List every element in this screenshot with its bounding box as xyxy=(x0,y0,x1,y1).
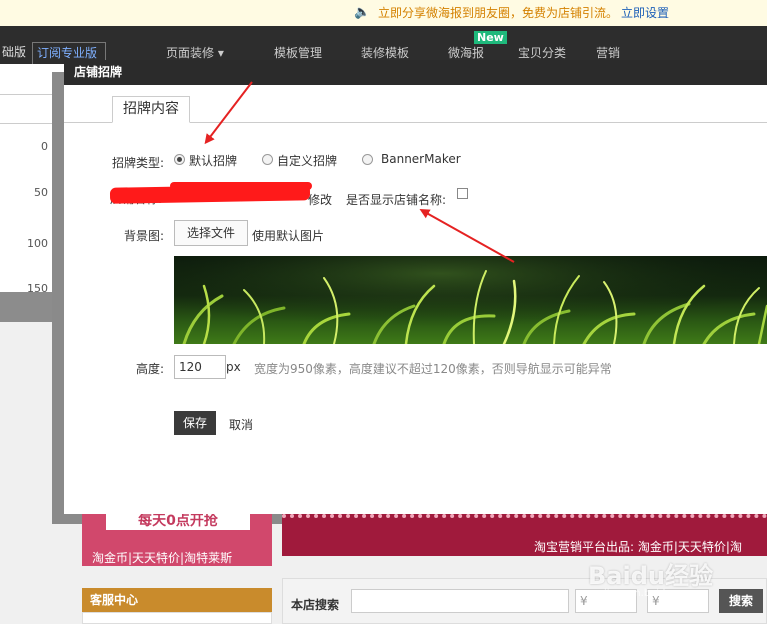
nav-template-manage[interactable]: 模板管理 xyxy=(274,44,322,61)
height-input[interactable]: 120 xyxy=(174,355,226,379)
version-basic-tab[interactable]: 础版 xyxy=(0,42,26,62)
promo-banner-left[interactable]: 每天0点开抢 淘金币|天天特价|淘特莱斯 xyxy=(82,514,272,566)
height-label: 高度: xyxy=(135,362,164,376)
shop-signboard-dialog: 店铺招牌 招牌内容 招牌类型: 默认招牌 自定义招牌 BannerMaker 店… xyxy=(64,60,767,514)
shop-search-label: 本店搜索 xyxy=(291,598,340,612)
promo-banner-right[interactable]: 淘宝营销平台出品: 淘金币|天天特价|淘 xyxy=(282,514,767,556)
show-shop-name-checkbox[interactable] xyxy=(457,188,468,199)
nav-item-category[interactable]: 宝贝分类 xyxy=(518,44,566,61)
promo-grab-button[interactable]: 每天0点开抢 xyxy=(106,514,250,530)
top-navigation: 础版 订阅专业版 页面装修 ▾ 模板管理 装修模板 微海报 New 宝贝分类 营… xyxy=(0,26,767,64)
radio-default-signboard[interactable] xyxy=(174,154,185,165)
grass-image xyxy=(174,256,767,344)
use-default-image-link[interactable]: 使用默认图片 xyxy=(252,227,324,244)
modify-shop-name-link[interactable]: 修改 xyxy=(308,191,332,208)
redaction-mark-secondary xyxy=(170,182,312,190)
cancel-button[interactable]: 取消 xyxy=(229,416,253,433)
choose-file-button[interactable]: 选择文件 xyxy=(174,220,248,246)
promo-right-text: 淘宝营销平台出品: 淘金币|天天特价|淘 xyxy=(534,540,742,554)
dialog-title[interactable]: 店铺招牌 xyxy=(64,60,767,85)
ruler-tick-100: 100 xyxy=(27,237,48,250)
save-button[interactable]: 保存 xyxy=(174,411,216,435)
signboard-type-label: 招牌类型: xyxy=(111,156,164,170)
nav-decoration-template[interactable]: 装修模板 xyxy=(361,44,409,61)
speaker-icon: 🔈 xyxy=(354,5,371,20)
radio-custom-signboard-label[interactable]: 自定义招牌 xyxy=(277,152,337,169)
new-badge: New xyxy=(474,31,507,44)
shop-search-button[interactable]: 搜索 xyxy=(719,589,763,613)
nav-micro-poster[interactable]: 微海报 xyxy=(448,44,484,61)
notice-action-link[interactable]: 立即设置 xyxy=(621,0,669,26)
radio-default-signboard-label[interactable]: 默认招牌 xyxy=(189,152,237,169)
show-shop-name-label: 是否显示店铺名称: xyxy=(346,193,447,207)
radio-custom-signboard[interactable] xyxy=(262,154,273,165)
background-image-label: 背景图: xyxy=(123,229,164,243)
radio-bannermaker-label[interactable]: BannerMaker xyxy=(381,152,461,166)
background-image-preview xyxy=(174,256,767,344)
notice-bar: 🔈 立即分享微海报到朋友圈，免费为店铺引流。 立即设置 xyxy=(0,0,767,26)
shop-search-keyword-input[interactable] xyxy=(351,589,569,613)
promo-left-subtitle: 淘金币|天天特价|淘特莱斯 xyxy=(92,551,233,565)
baidu-watermark: Baidu经验 xyxy=(588,562,713,590)
nav-page-decoration[interactable]: 页面装修 ▾ xyxy=(166,44,224,61)
nav-marketing[interactable]: 营销 xyxy=(596,44,620,61)
tab-signboard-content[interactable]: 招牌内容 xyxy=(112,96,190,123)
customer-service-body xyxy=(82,612,272,624)
radio-bannermaker[interactable] xyxy=(362,154,373,165)
ruler-tick-0: 0 xyxy=(41,140,48,153)
customer-service-header: 客服中心 xyxy=(82,588,272,612)
height-unit: px xyxy=(226,360,241,374)
ruler-tick-50: 50 xyxy=(34,186,48,199)
height-hint: 宽度为950像素，高度建议不超过120像素，否则导航显示可能异常 xyxy=(254,362,612,376)
baidu-watermark-url: jingyan.baidu.com xyxy=(604,588,697,599)
notice-message: 立即分享微海报到朋友圈，免费为店铺引流。 xyxy=(378,6,619,20)
